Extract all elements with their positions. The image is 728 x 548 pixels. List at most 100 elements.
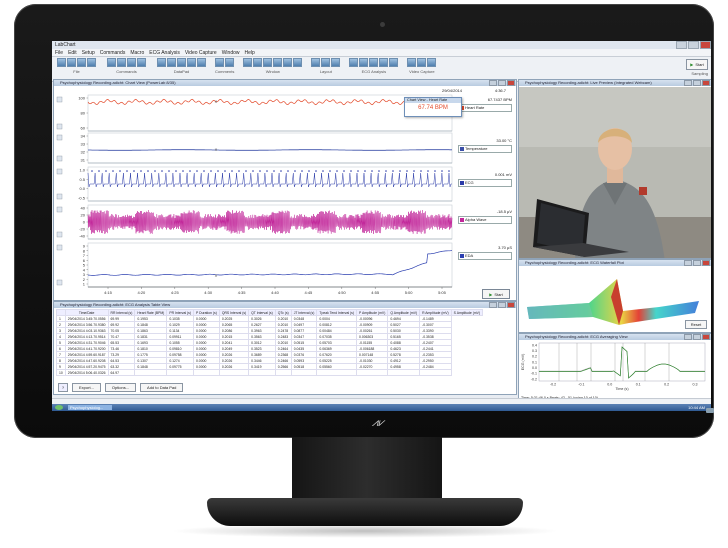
- channel-scale-up-icon[interactable]: [57, 97, 62, 102]
- close-icon[interactable]: [702, 80, 710, 86]
- start-button[interactable]: ▶ Start: [482, 289, 510, 299]
- toolbar-group-video-capture[interactable]: Video Capture: [407, 58, 436, 74]
- menu-video-capture[interactable]: Video Capture: [185, 50, 217, 56]
- windows-start-icon[interactable]: [55, 405, 63, 410]
- beat-marker: [392, 170, 394, 172]
- beat-marker: [266, 170, 268, 172]
- ecg-analysis-table[interactable]: Time/Date RR Interval (s) Heart Rate (BPM)…: [56, 309, 483, 376]
- waterfall-plot[interactable]: [519, 267, 711, 332]
- marker-cross: ×: [215, 148, 218, 154]
- toolbar-group-datapad[interactable]: DataPad: [157, 58, 206, 74]
- help-icon[interactable]: ?: [58, 383, 68, 392]
- monitor-stand-neck: [292, 437, 442, 501]
- minimize-icon[interactable]: [489, 80, 497, 86]
- export-button[interactable]: Export...: [72, 383, 101, 392]
- channel-select-ecg[interactable]: ECG: [458, 179, 512, 187]
- channel-select-eda[interactable]: EDA: [458, 252, 512, 260]
- y-tick-label: 80: [81, 111, 86, 116]
- table-cell: 10: [57, 370, 66, 376]
- menu-commands[interactable]: Commands: [100, 50, 126, 56]
- table-header-cell[interactable]: S Amplitude (mV): [451, 310, 482, 316]
- toolbar-group-ecg-analysis[interactable]: ECG Analysis: [349, 58, 398, 74]
- x-tick-label: 4:25: [171, 290, 180, 295]
- table-cell: [249, 370, 276, 376]
- maximize-icon[interactable]: [693, 260, 701, 266]
- y-tick-label: 40: [81, 206, 86, 211]
- toolbar-group-commands[interactable]: Commands: [107, 58, 146, 74]
- table-view-window: Psychophysiology Recording.adicht: ECG A…: [53, 301, 517, 395]
- x-tick-label: 4:50: [338, 290, 347, 295]
- options-button[interactable]: Options...: [105, 383, 136, 392]
- maximize-icon[interactable]: [693, 334, 701, 340]
- toolbar-group-layout[interactable]: Layout: [311, 58, 340, 74]
- beat-marker: [315, 170, 317, 172]
- add-to-datapad-button[interactable]: Add to Data Pad: [140, 383, 183, 392]
- channel-select-temperature[interactable]: Temperature: [458, 145, 512, 153]
- menu-macro[interactable]: Macro: [130, 50, 144, 56]
- minimize-icon[interactable]: [684, 260, 692, 266]
- menu-window[interactable]: Window: [222, 50, 240, 56]
- window-controls: [675, 41, 711, 49]
- y-tick-label: 100: [78, 96, 85, 101]
- maximize-icon[interactable]: [498, 80, 506, 86]
- beat-marker: [329, 170, 331, 172]
- menu-edit[interactable]: Edit: [68, 50, 77, 56]
- menu-ecg-analysis[interactable]: ECG Analysis: [149, 50, 180, 56]
- stand-shadow: [170, 524, 560, 538]
- beat-marker: [434, 170, 436, 172]
- toolbar-group-window[interactable]: Window: [243, 58, 302, 74]
- beat-marker: [238, 170, 240, 172]
- maximize-icon[interactable]: [498, 302, 506, 308]
- channel-scale-up-icon[interactable]: [57, 245, 62, 250]
- table-cell: [167, 370, 194, 376]
- channel-select-alpha-wave[interactable]: Alpha Wave: [458, 216, 512, 224]
- beat-marker: [441, 170, 443, 172]
- y-tick-label: 33: [81, 142, 86, 147]
- beat-marker: [105, 170, 107, 172]
- reset-button[interactable]: Reset: [685, 320, 707, 329]
- channel-scale-down-icon[interactable]: [57, 280, 62, 285]
- taskbar-item-labchart[interactable]: Psychophysiolog...: [68, 405, 112, 410]
- minimize-icon[interactable]: [684, 334, 692, 340]
- maximize-icon[interactable]: [693, 80, 701, 86]
- close-icon[interactable]: [702, 260, 710, 266]
- averaging-plot[interactable]: 0.40.30.20.10.0-0.1-0.2-0.2 -0.1 0.0 0.1 0.2…: [519, 341, 711, 393]
- y-tick-label: 0: [83, 220, 86, 225]
- channel-scale-down-icon[interactable]: [57, 194, 62, 199]
- y-tick-label: -0.2: [531, 377, 537, 381]
- channel-scale-up-icon[interactable]: [57, 207, 62, 212]
- close-icon[interactable]: [702, 334, 710, 340]
- y-tick-label: 0.0: [79, 186, 85, 191]
- minimize-icon[interactable]: [684, 80, 692, 86]
- minimize-icon[interactable]: [676, 41, 687, 49]
- averaging-window: Psychophysiology Recording.adicht: ECG A…: [518, 333, 711, 401]
- channel-scale-up-icon[interactable]: [57, 169, 62, 174]
- menu-file[interactable]: File: [55, 50, 63, 56]
- y-tick-label: 1: [83, 282, 86, 287]
- channel-scale-down-icon[interactable]: [57, 232, 62, 237]
- close-icon[interactable]: [507, 80, 515, 86]
- chart-plot[interactable]: 1008060343332311.00.50.0-0.540200-20-409…: [54, 87, 516, 299]
- close-icon[interactable]: [507, 302, 515, 308]
- y-tick-label: -0.5: [78, 196, 86, 201]
- close-icon[interactable]: [700, 41, 711, 49]
- y-tick-label: -0.1: [531, 372, 537, 376]
- table-row[interactable]: 10 29/04/2014 5:06.40.0326 64.97: [57, 370, 483, 376]
- maximize-icon[interactable]: [688, 41, 699, 49]
- menu-help[interactable]: Help: [245, 50, 255, 56]
- start-button-toolbar[interactable]: ▶ Start: [686, 59, 708, 70]
- table-cell: 29/04/2014 5:06.40.0326: [65, 370, 108, 376]
- channel-select-heart-rate[interactable]: Heart Rate: [458, 104, 512, 112]
- y-axis-label: ECG (mV): [521, 354, 525, 371]
- channel-scale-down-icon[interactable]: [57, 124, 62, 129]
- minimize-icon[interactable]: [489, 302, 497, 308]
- monitor-bezel: LabChart File Edit Setup Commands Macro …: [14, 4, 714, 438]
- beat-marker: [182, 170, 184, 172]
- beat-marker: [98, 170, 100, 172]
- toolbar-group-comments[interactable]: Comments: [215, 58, 234, 74]
- channel-scale-down-icon[interactable]: [57, 156, 62, 161]
- menu-bar: File Edit Setup Commands Macro ECG Analy…: [52, 49, 711, 57]
- toolbar-group-file[interactable]: File: [57, 58, 96, 74]
- menu-setup[interactable]: Setup: [82, 50, 95, 56]
- channel-scale-up-icon[interactable]: [57, 135, 62, 140]
